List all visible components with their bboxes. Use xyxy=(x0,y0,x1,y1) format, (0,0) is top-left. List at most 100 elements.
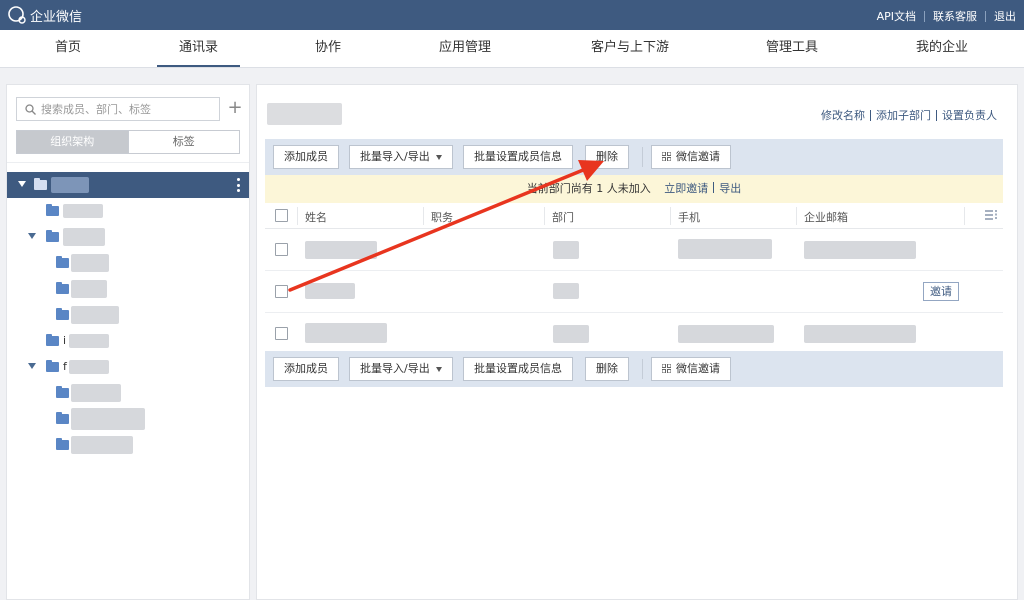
select-all-checkbox[interactable] xyxy=(275,209,288,222)
caret-down-icon xyxy=(18,181,26,187)
wechat-invite-button[interactable]: 微信邀请 xyxy=(651,145,731,169)
divider xyxy=(870,109,871,121)
folder-icon xyxy=(46,204,59,216)
folder-icon xyxy=(46,360,59,372)
dept-name-partial: f xyxy=(63,360,67,373)
notice-text: 当前部门尚有 1 人未加入 xyxy=(526,182,651,195)
dept-name-redacted xyxy=(71,280,107,298)
table-row[interactable] xyxy=(265,313,1003,355)
table-row[interactable] xyxy=(265,229,1003,271)
api-docs-link[interactable]: API文档 xyxy=(877,8,916,24)
add-member-label: 添加成员 xyxy=(284,150,328,163)
folder-icon xyxy=(56,308,69,320)
row-checkbox[interactable] xyxy=(275,285,288,298)
nav-app-management[interactable]: 应用管理 xyxy=(420,30,510,68)
member-email-redacted xyxy=(804,325,916,343)
tree-item[interactable] xyxy=(7,302,249,328)
import-export-button[interactable]: 批量导入/导出 xyxy=(349,357,453,381)
tree-item[interactable] xyxy=(7,432,249,458)
caret-down-icon xyxy=(28,233,36,239)
search-box xyxy=(16,97,220,121)
batch-set-info-label: 批量设置成员信息 xyxy=(474,150,562,163)
delete-button[interactable]: 删除 xyxy=(585,145,629,169)
column-divider xyxy=(423,207,424,225)
divider xyxy=(642,147,643,167)
member-dept-redacted xyxy=(553,283,579,299)
table-row[interactable]: 邀请 xyxy=(265,271,1003,313)
divider xyxy=(936,109,937,121)
chat-bubble-logo-icon xyxy=(8,6,26,24)
contact-support-link[interactable]: 联系客服 xyxy=(933,8,977,24)
tree-item[interactable]: f xyxy=(7,354,249,380)
wechat-invite-label: 微信邀请 xyxy=(676,362,720,375)
kebab-icon[interactable] xyxy=(237,178,240,192)
set-manager-link[interactable]: 设置负责人 xyxy=(942,107,997,123)
member-name-redacted xyxy=(305,323,387,343)
tab-tags[interactable]: 标签 xyxy=(127,131,239,153)
batch-set-info-button[interactable]: 批量设置成员信息 xyxy=(463,145,573,169)
row-checkbox[interactable] xyxy=(275,243,288,256)
batch-set-info-button[interactable]: 批量设置成员信息 xyxy=(463,357,573,381)
logout-link[interactable]: 退出 xyxy=(994,8,1016,24)
member-phone-redacted xyxy=(678,325,774,343)
add-button[interactable]: + xyxy=(226,97,244,119)
delete-label: 删除 xyxy=(596,362,618,375)
app-logo[interactable]: 企业微信 xyxy=(7,6,83,25)
folder-icon xyxy=(56,386,69,398)
row-invite-button[interactable]: 邀请 xyxy=(923,282,959,301)
nav-home[interactable]: 首页 xyxy=(28,30,108,68)
col-email[interactable]: 企业邮箱 xyxy=(804,209,848,225)
wechat-invite-button[interactable]: 微信邀请 xyxy=(651,357,731,381)
tree-item[interactable] xyxy=(7,198,249,224)
import-export-label: 批量导入/导出 xyxy=(360,150,430,163)
app-title: 企业微信 xyxy=(30,9,83,25)
tree-item[interactable] xyxy=(7,406,249,432)
folder-icon xyxy=(46,230,59,242)
delete-label: 删除 xyxy=(596,150,618,163)
folder-icon xyxy=(46,334,59,346)
nav-my-enterprise[interactable]: 我的企业 xyxy=(902,30,982,68)
row-checkbox[interactable] xyxy=(275,327,288,340)
column-divider xyxy=(796,207,797,225)
caret-down-icon xyxy=(435,154,442,160)
dept-actions: 修改名称 添加子部门 设置负责人 xyxy=(821,107,997,123)
export-link[interactable]: 导出 xyxy=(719,182,741,195)
current-dept-name-redacted xyxy=(267,103,342,125)
import-export-button[interactable]: 批量导入/导出 xyxy=(349,145,453,169)
search-input[interactable] xyxy=(41,100,217,118)
tree-item[interactable]: i xyxy=(7,328,249,354)
tree-item-root[interactable] xyxy=(7,172,249,198)
top-links: API文档 联系客服 退出 xyxy=(877,8,1016,24)
rename-dept-link[interactable]: 修改名称 xyxy=(821,107,865,123)
tree-item[interactable] xyxy=(7,276,249,302)
nav-collaboration[interactable]: 协作 xyxy=(288,30,368,68)
invite-now-link[interactable]: 立即邀请 xyxy=(664,182,708,195)
member-panel: 修改名称 添加子部门 设置负责人 添加成员 批量导入/导出 批量设置成员信息 删… xyxy=(256,84,1018,600)
unjoined-notice: 当前部门尚有 1 人未加入 立即邀请 导出 xyxy=(265,175,1003,203)
dept-name-redacted xyxy=(71,306,119,324)
folder-icon xyxy=(56,412,69,424)
column-divider xyxy=(544,207,545,225)
delete-button[interactable]: 删除 xyxy=(585,357,629,381)
add-sub-dept-link[interactable]: 添加子部门 xyxy=(876,107,931,123)
nav-management-tools[interactable]: 管理工具 xyxy=(752,30,832,68)
tree-item[interactable] xyxy=(7,250,249,276)
column-settings-icon[interactable] xyxy=(985,210,997,220)
col-department[interactable]: 部门 xyxy=(552,209,574,225)
tab-org-structure[interactable]: 组织架构 xyxy=(17,131,128,153)
nav-contacts[interactable]: 通讯录 xyxy=(157,30,240,68)
dept-name-redacted xyxy=(71,384,121,402)
col-name[interactable]: 姓名 xyxy=(305,209,327,225)
folder-icon xyxy=(56,438,69,450)
tree-item[interactable] xyxy=(7,380,249,406)
caret-down-icon xyxy=(28,363,36,369)
nav-customers-partners[interactable]: 客户与上下游 xyxy=(580,30,680,68)
toolbar-top: 添加成员 批量导入/导出 批量设置成员信息 删除 微信邀请 xyxy=(265,139,1003,175)
tree-item[interactable] xyxy=(7,224,249,250)
col-phone[interactable]: 手机 xyxy=(678,209,700,225)
add-member-button[interactable]: 添加成员 xyxy=(273,145,339,169)
col-title[interactable]: 职务 xyxy=(431,209,453,225)
member-email-redacted xyxy=(804,241,916,259)
column-divider xyxy=(297,207,298,225)
add-member-button[interactable]: 添加成员 xyxy=(273,357,339,381)
